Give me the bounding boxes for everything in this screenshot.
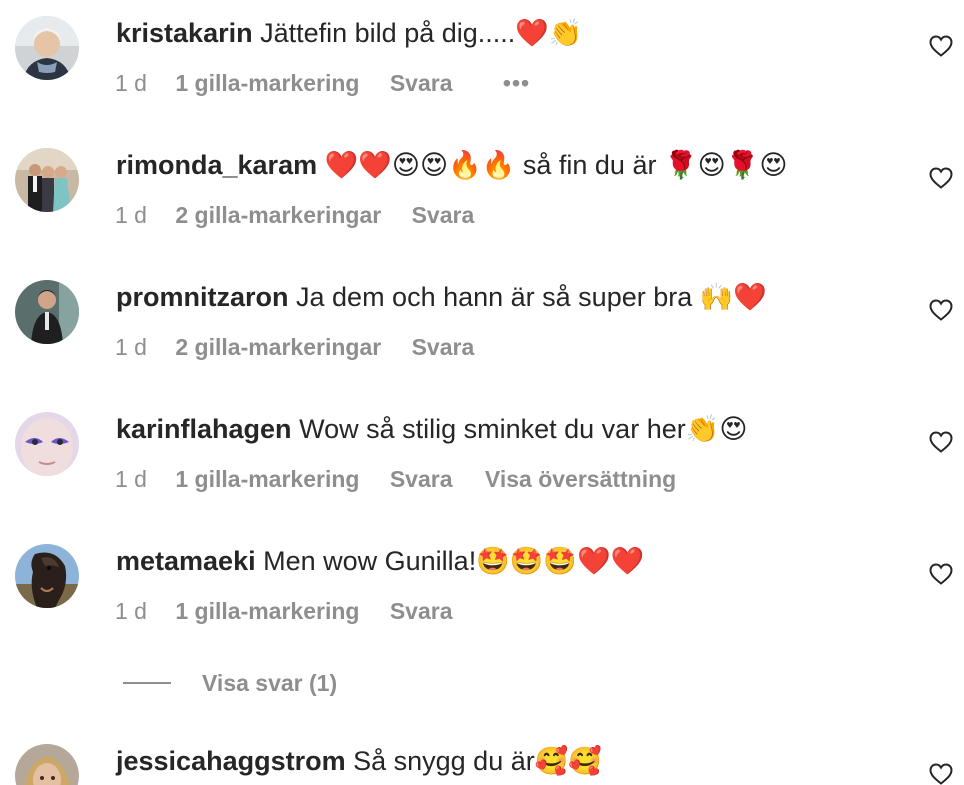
comment-age[interactable]: 1 d <box>115 200 147 230</box>
view-replies-button[interactable]: Visa svar (1) <box>123 666 337 700</box>
comment-line: promnitzaron Ja dem och hann är så super… <box>116 280 767 314</box>
comment-username[interactable]: metamaeki <box>116 546 256 576</box>
comment-likes-count[interactable]: 1 gilla-markering <box>175 596 359 626</box>
heart-outline-icon[interactable] <box>929 763 953 785</box>
comment-username[interactable]: karinflahagen <box>116 414 292 444</box>
more-options-icon[interactable]: ••• <box>503 68 530 98</box>
comment-age[interactable]: 1 d <box>115 596 147 626</box>
heart-outline-icon[interactable] <box>929 431 953 453</box>
comment-text: Wow så stilig sminket du var her👏😍 <box>299 414 748 444</box>
comment-username[interactable]: jessicahaggstrom <box>116 746 346 776</box>
reply-button[interactable]: Svara <box>412 332 475 362</box>
view-replies-label: Visa svar (1) <box>202 670 338 696</box>
comment-line: karinflahagen Wow så stilig sminket du v… <box>116 412 747 446</box>
comment-meta: 1 d 2 gilla-markeringar Svara <box>115 332 500 362</box>
comment: metamaeki Men wow Gunilla!🤩🤩🤩❤️❤️ 1 d 1 … <box>0 528 964 638</box>
reply-button[interactable]: Svara <box>390 68 453 98</box>
comment-text: Men wow Gunilla!🤩🤩🤩❤️❤️ <box>263 546 645 576</box>
comment-username[interactable]: rimonda_karam <box>116 150 317 180</box>
heart-outline-icon[interactable] <box>929 563 953 585</box>
comment-username[interactable]: promnitzaron <box>116 282 289 312</box>
comment-meta: 1 d 1 gilla-markering Svara ••• <box>115 68 530 98</box>
comment: kristakarin Jättefin bild på dig.....❤️👏… <box>0 0 964 110</box>
comment-meta: 1 d 2 gilla-markeringar Svara <box>115 200 500 230</box>
comment: promnitzaron Ja dem och hann är så super… <box>0 264 964 374</box>
comment-username[interactable]: kristakarin <box>116 18 253 48</box>
avatar[interactable] <box>15 412 79 476</box>
reply-button[interactable]: Svara <box>412 200 475 230</box>
heart-outline-icon[interactable] <box>929 299 953 321</box>
comment-meta: 1 d 1 gilla-markering Svara Visa översät… <box>115 464 676 494</box>
avatar[interactable] <box>15 544 79 608</box>
reply-button[interactable]: Svara <box>390 464 453 494</box>
comment-age[interactable]: 1 d <box>115 464 147 494</box>
comment-meta: 1 d 1 gilla-markering Svara <box>115 596 479 626</box>
comment-text: Så snygg du är🥰🥰 <box>353 746 602 776</box>
comment-age[interactable]: 1 d <box>115 332 147 362</box>
comment-age[interactable]: 1 d <box>115 68 147 98</box>
replies-divider <box>123 681 171 684</box>
comment-text: Jättefin bild på dig.....❤️👏 <box>260 18 583 48</box>
avatar[interactable] <box>15 744 79 785</box>
comment-likes-count[interactable]: 2 gilla-markeringar <box>175 332 381 362</box>
heart-outline-icon[interactable] <box>929 35 953 57</box>
comment-likes-count[interactable]: 1 gilla-markering <box>175 464 359 494</box>
heart-outline-icon[interactable] <box>929 167 953 189</box>
comment-likes-count[interactable]: 2 gilla-markeringar <box>175 200 381 230</box>
reply-button[interactable]: Svara <box>390 596 453 626</box>
avatar[interactable] <box>15 280 79 344</box>
avatar[interactable] <box>15 148 79 212</box>
comment-line: metamaeki Men wow Gunilla!🤩🤩🤩❤️❤️ <box>116 544 644 578</box>
comment-text: Ja dem och hann är så super bra 🙌❤️ <box>296 282 767 312</box>
comment-line: rimonda_karam ❤️❤️😍😍🔥🔥 så fin du är 🌹😍🌹😍 <box>116 148 788 182</box>
comment-likes-count[interactable]: 1 gilla-markering <box>175 68 359 98</box>
comment: jessicahaggstrom Så snygg du är🥰🥰 <box>0 728 964 785</box>
comment-text: ❤️❤️😍😍🔥🔥 så fin du är 🌹😍🌹😍 <box>324 150 788 180</box>
comment: karinflahagen Wow så stilig sminket du v… <box>0 396 964 506</box>
comment-line: jessicahaggstrom Så snygg du är🥰🥰 <box>116 744 602 778</box>
comment-line: kristakarin Jättefin bild på dig.....❤️👏 <box>116 16 583 50</box>
avatar[interactable] <box>15 16 79 80</box>
comment: rimonda_karam ❤️❤️😍😍🔥🔥 så fin du är 🌹😍🌹😍… <box>0 132 964 242</box>
translate-button[interactable]: Visa översättning <box>485 464 676 494</box>
